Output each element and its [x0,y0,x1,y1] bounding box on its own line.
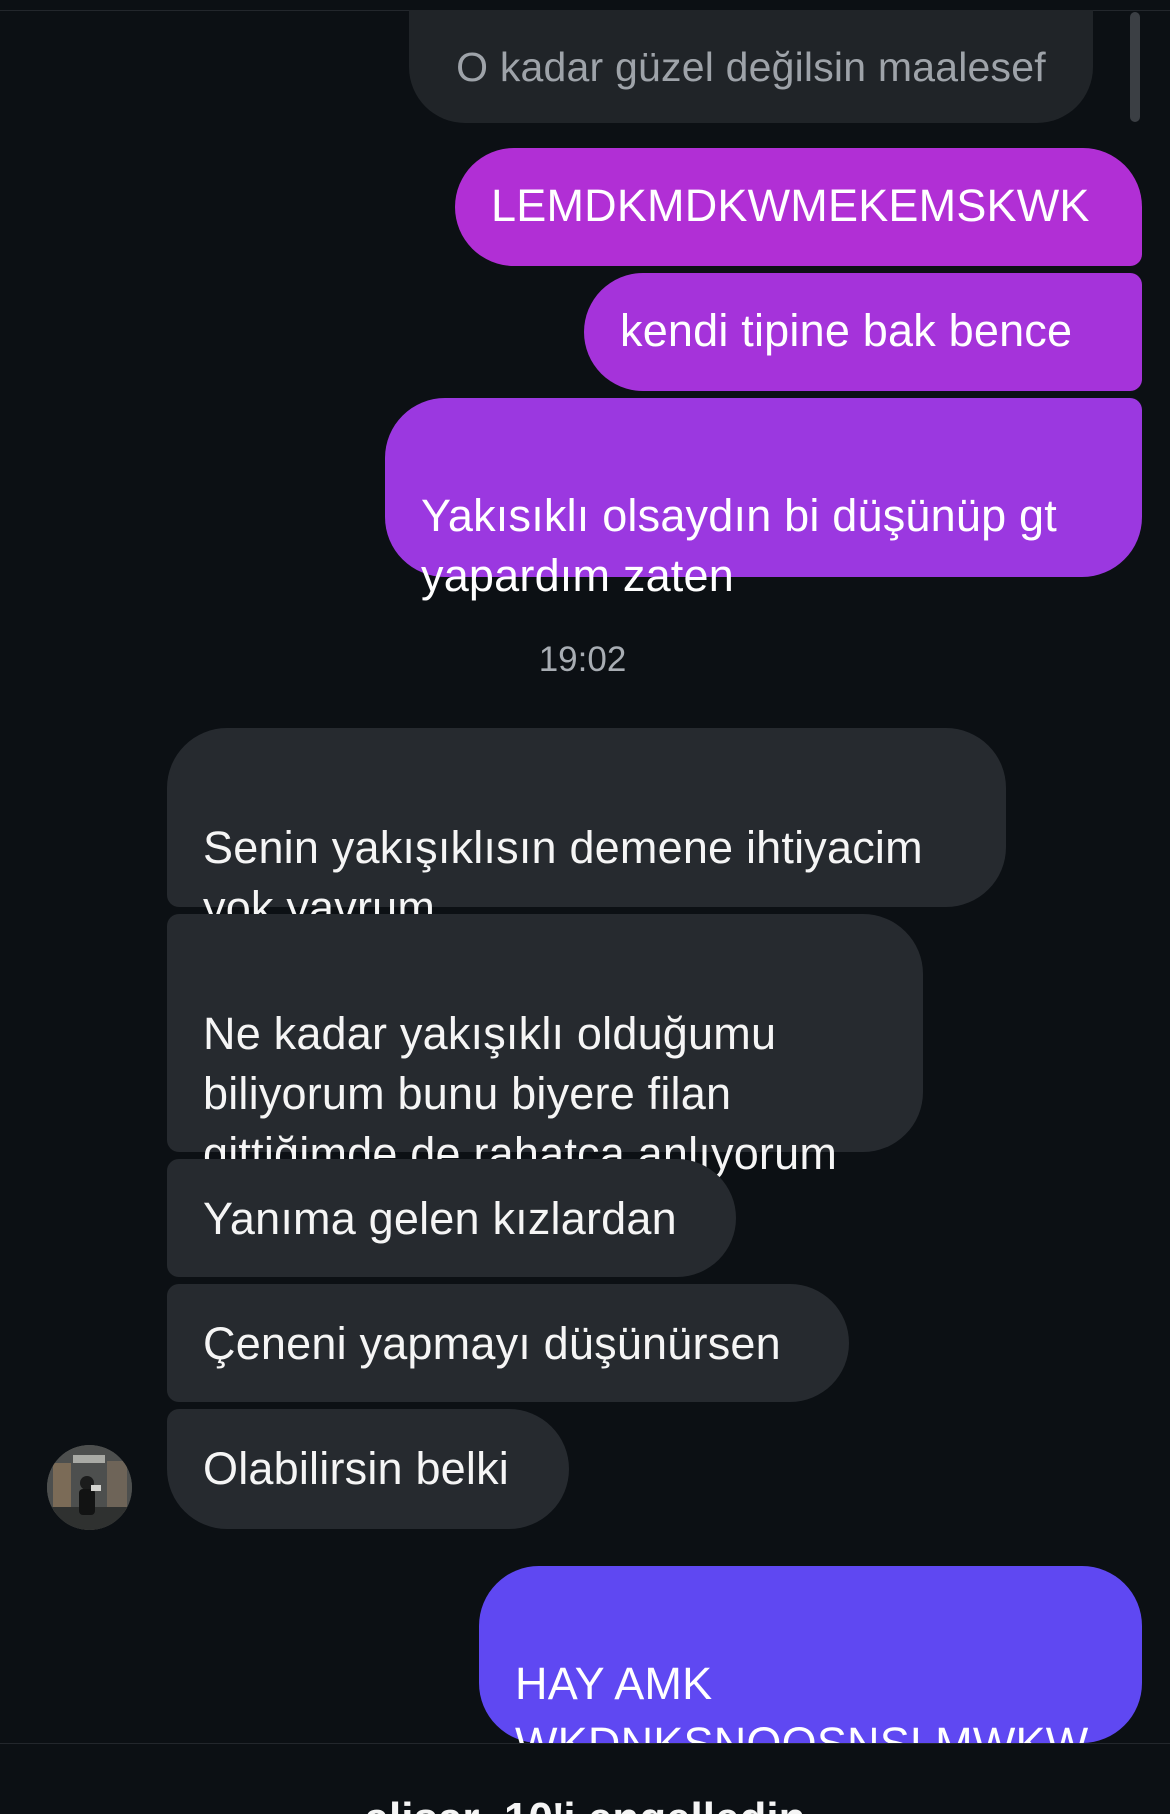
message-bubble-incoming[interactable]: Senin yakışıklısın demene ihtiyacim yok … [167,728,1006,933]
blocked-notice-text: alisar_10'i engelledin [0,1794,1170,1814]
message-bubble-outgoing[interactable]: HAY AMK WKDNKSNQOSNSLMWKW [479,1566,1142,1769]
message-bubble-outgoing[interactable]: LEMDKMDKWMEKEMSKWK [455,148,1142,266]
quoted-message[interactable]: O kadar güzel değilsin maalesef [409,10,1093,123]
message-bubble-outgoing[interactable]: Yakısıklı olsaydın bi düşünüp gt yapardı… [385,398,1142,601]
scrollbar[interactable] [1130,12,1140,122]
message-text: kendi tipine bak bence [620,305,1073,356]
message-bubble-outgoing[interactable]: kendi tipine bak bence [584,273,1142,391]
message-text: Yanıma gelen kızlardan [203,1193,677,1244]
message-bubble-incoming[interactable]: Yanıma gelen kızlardan [167,1159,736,1277]
message-bubble-incoming[interactable]: Çeneni yapmayı düşünürsen [167,1284,849,1402]
message-timestamp: 19:02 [538,640,627,679]
message-text: LEMDKMDKWMEKEMSKWK [491,180,1090,231]
message-bubble-incoming[interactable]: Olabilirsin belki [167,1409,569,1529]
message-text: Yakısıklı olsaydın bi düşünüp gt yapardı… [421,490,1057,601]
message-text: Ne kadar yakışıklı olduğumu biliyorum bu… [203,1008,838,1179]
avatar-photo [47,1445,132,1530]
message-text: Çeneni yapmayı düşünürsen [203,1318,781,1369]
avatar-icon[interactable] [47,1445,132,1530]
blocked-notice-bar: alisar_10'i engelledin [0,1743,1170,1814]
quoted-message-text: O kadar güzel değilsin maalesef [456,43,1046,90]
message-text: Olabilirsin belki [203,1443,510,1494]
message-bubble-incoming[interactable]: Ne kadar yakışıklı olduğumu biliyorum bu… [167,914,923,1179]
